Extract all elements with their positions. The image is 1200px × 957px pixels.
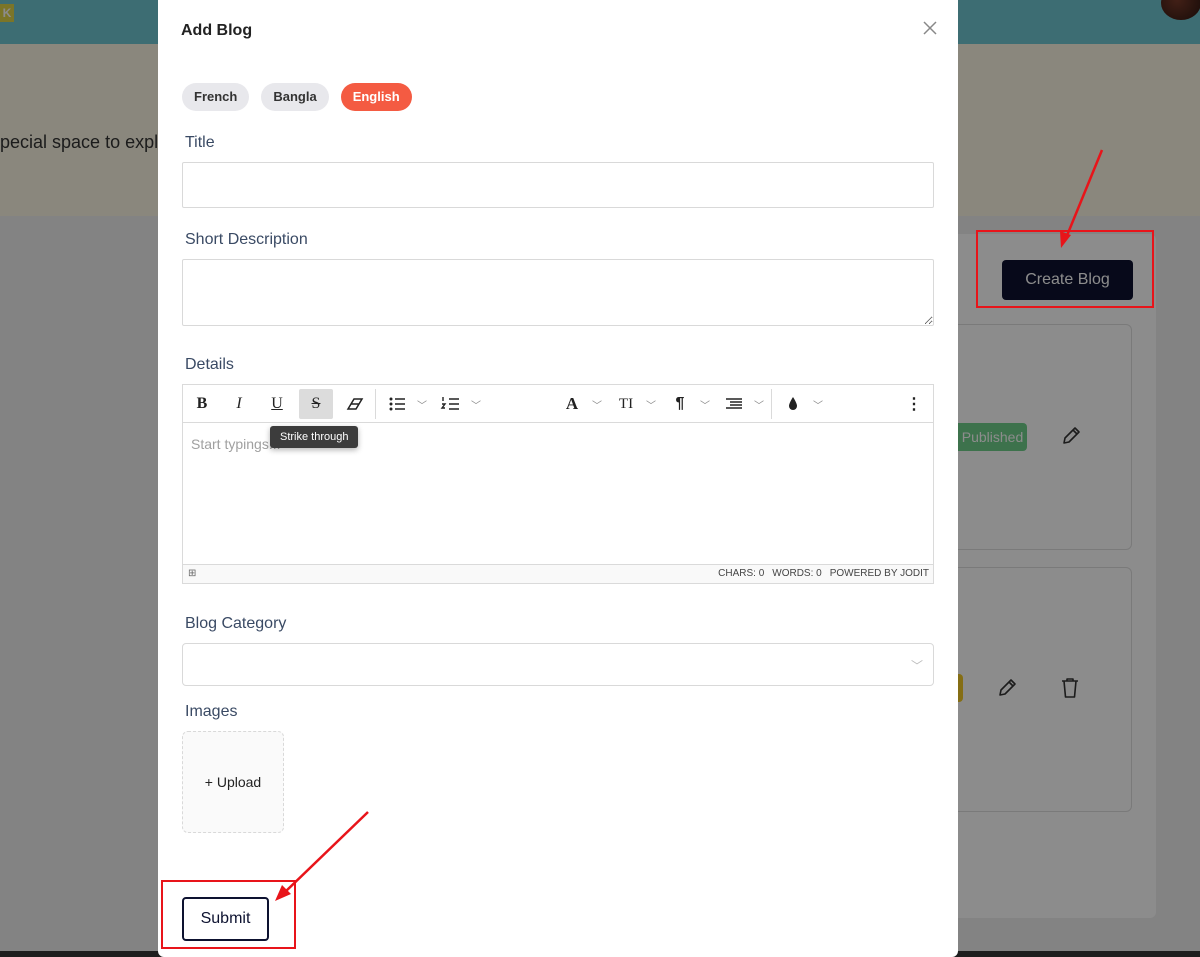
highlight-box-submit <box>161 880 296 949</box>
chars-count: CHARS: 0 <box>718 568 765 579</box>
paragraph-icon[interactable]: ¶ <box>666 389 694 419</box>
details-label: Details <box>185 356 234 373</box>
chevron-down-icon[interactable]: ﹀ <box>469 389 483 419</box>
more-vertical-icon[interactable]: ⋮ <box>901 389 927 419</box>
chevron-down-icon[interactable]: ﹀ <box>590 389 604 419</box>
resize-handle-icon[interactable]: ⊞ <box>188 568 196 579</box>
powered-by-link[interactable]: POWERED BY JODIT <box>830 568 929 579</box>
strikethrough-icon[interactable]: S <box>299 389 333 419</box>
chevron-down-icon[interactable]: ﹀ <box>698 389 712 419</box>
editor-toolbar: B I U S ﹀ ﹀ A ﹀ TI ﹀ ¶ ﹀ ﹀ ﹀ ⋮ <box>183 385 933 423</box>
eraser-icon[interactable] <box>340 389 370 419</box>
line-height-icon[interactable] <box>720 389 748 419</box>
short-description-input[interactable] <box>182 259 934 326</box>
bullet-list-icon[interactable] <box>383 389 411 419</box>
toolbar-divider <box>375 389 376 419</box>
highlight-box-create-blog <box>976 230 1154 308</box>
title-label: Title <box>185 134 215 151</box>
language-tab-french[interactable]: French <box>182 83 250 111</box>
strikethrough-tooltip: Strike through <box>270 426 359 448</box>
short-description-label: Short Description <box>185 231 308 248</box>
chevron-down-icon[interactable]: ﹀ <box>415 389 429 419</box>
blog-category-label: Blog Category <box>185 615 287 632</box>
words-count: WORDS: 0 <box>772 568 822 579</box>
blog-category-select[interactable]: ﹀ <box>182 643 934 686</box>
font-size-icon[interactable]: TI <box>612 389 640 419</box>
title-input[interactable] <box>182 162 934 208</box>
underline-icon[interactable]: U <box>262 389 292 419</box>
modal-title: Add Blog <box>181 22 253 39</box>
editor-placeholder: Start typings... <box>191 436 281 452</box>
chevron-down-icon: ﹀ <box>910 659 923 673</box>
upload-label: + Upload <box>204 774 262 790</box>
chevron-down-icon[interactable]: ﹀ <box>752 389 766 419</box>
language-tab-bangla[interactable]: Bangla <box>261 83 329 111</box>
chevron-down-icon[interactable]: ﹀ <box>811 389 825 419</box>
numbered-list-icon[interactable] <box>437 389 465 419</box>
italic-icon[interactable]: I <box>224 389 254 419</box>
language-tab-english[interactable]: English <box>340 83 412 111</box>
toolbar-divider <box>771 389 772 419</box>
close-icon[interactable] <box>918 16 942 40</box>
add-blog-modal: Add Blog French Bangla English Title Sho… <box>158 0 958 957</box>
font-icon[interactable]: A <box>558 389 586 419</box>
chevron-down-icon[interactable]: ﹀ <box>644 389 658 419</box>
editor-statusbar: ⊞ CHARS: 0 WORDS: 0 POWERED BY JODIT <box>183 564 933 583</box>
language-tabs: French Bangla English <box>182 83 412 111</box>
image-upload-button[interactable]: + Upload <box>182 731 284 833</box>
rich-text-editor: B I U S ﹀ ﹀ A ﹀ TI ﹀ ¶ ﹀ ﹀ ﹀ ⋮ Start typ… <box>182 384 934 584</box>
bold-icon[interactable]: B <box>187 389 217 419</box>
color-drop-icon[interactable] <box>779 389 807 419</box>
images-label: Images <box>185 703 238 720</box>
